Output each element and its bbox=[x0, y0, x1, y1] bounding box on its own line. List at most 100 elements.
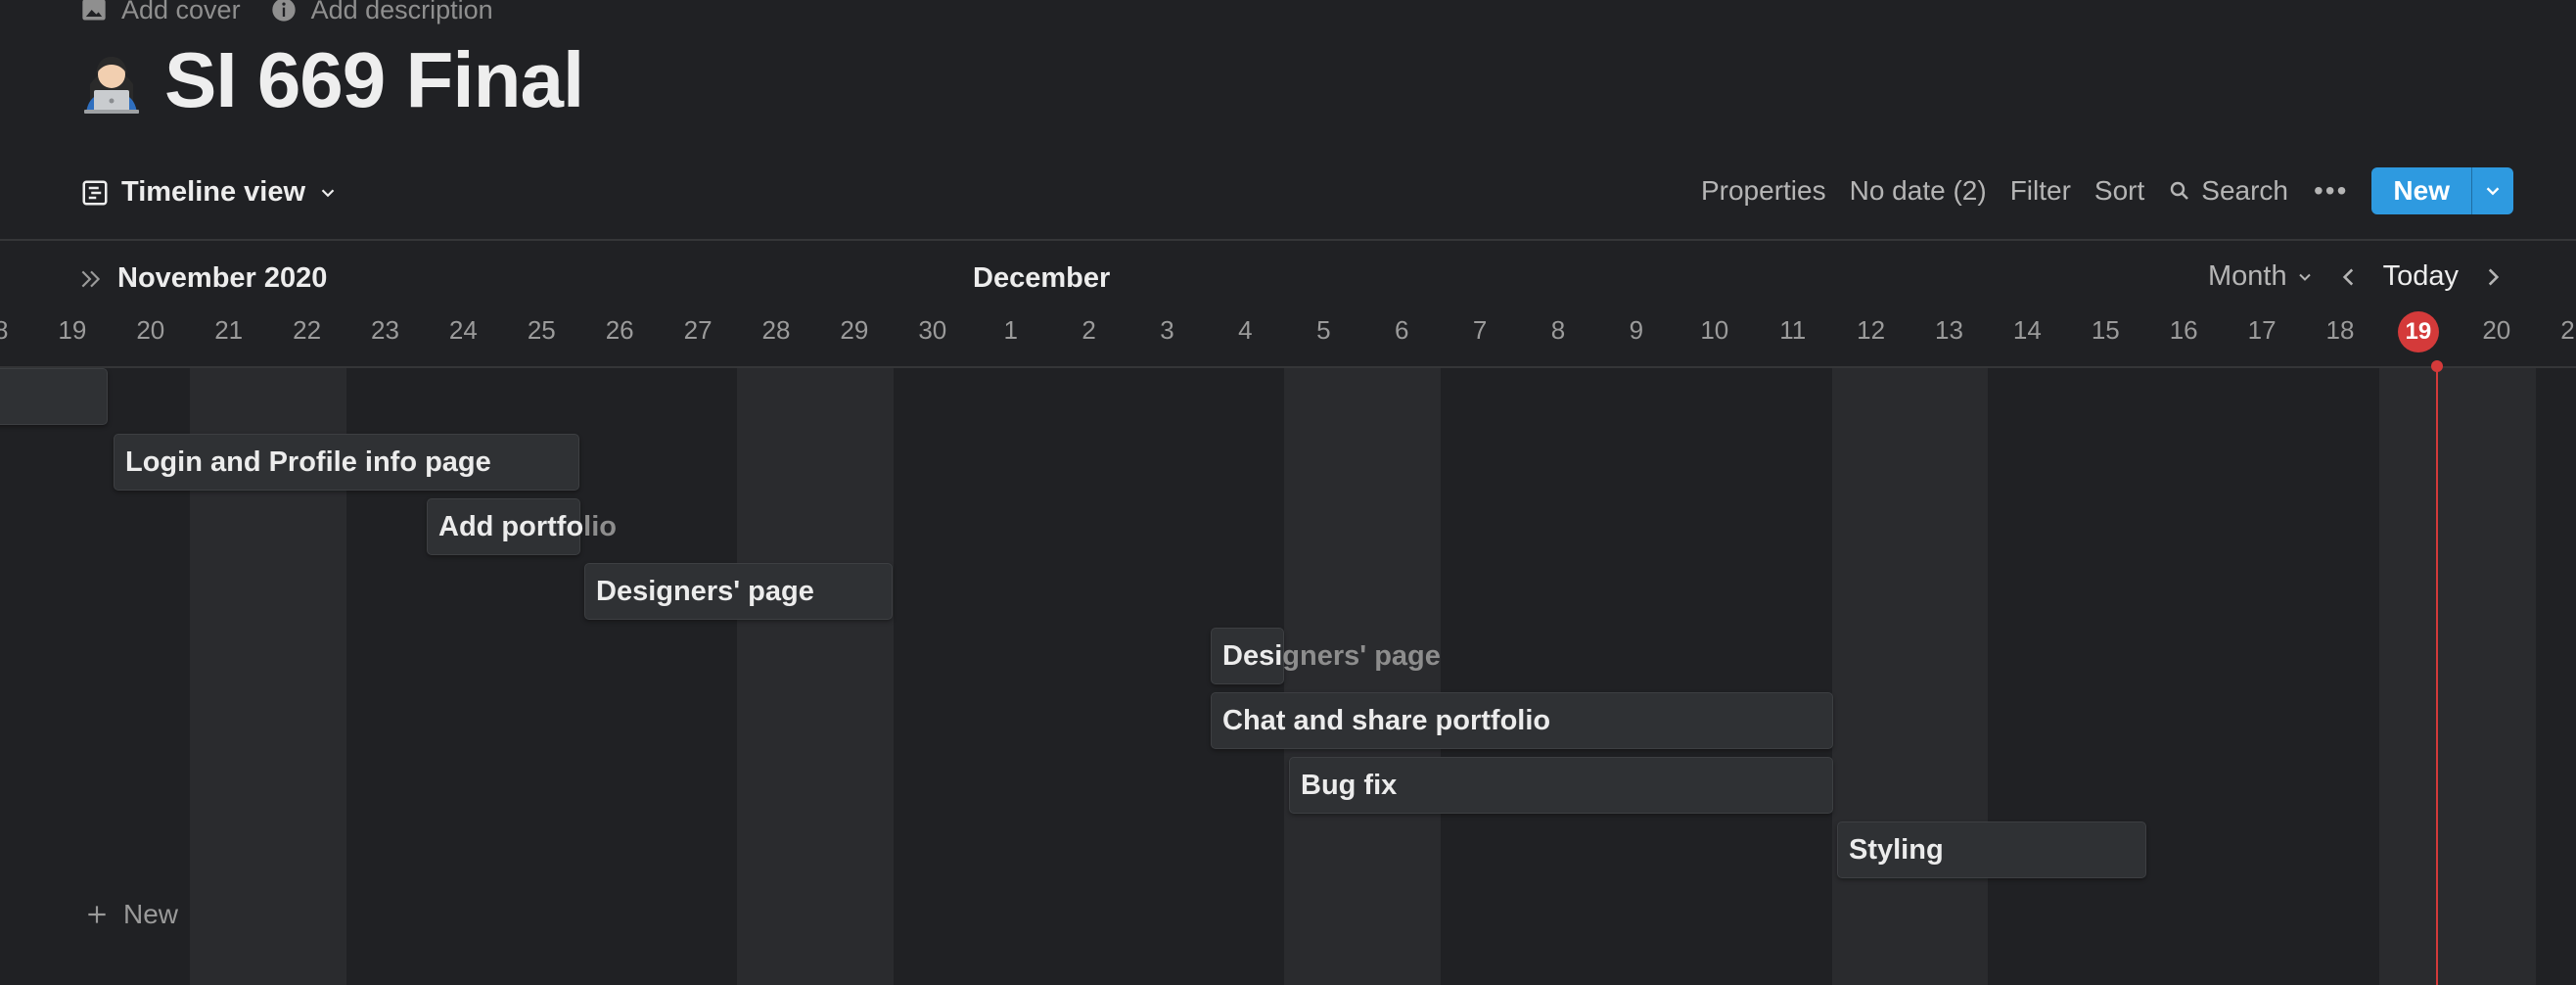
day-label: 21 bbox=[2560, 315, 2576, 345]
day-label: 18 bbox=[2325, 315, 2355, 345]
double-chevron-right-icon[interactable] bbox=[78, 266, 104, 292]
page-header-actions: Add cover Add description bbox=[80, 0, 493, 27]
day-label: 5 bbox=[1316, 315, 1331, 345]
day-label: 10 bbox=[1700, 315, 1729, 345]
day-label: 26 bbox=[605, 315, 634, 345]
day-label: 9 bbox=[1629, 315, 1644, 345]
search-label: Search bbox=[2201, 175, 2288, 206]
filter-button[interactable]: Filter bbox=[1999, 175, 2083, 207]
chevron-down-icon bbox=[321, 188, 335, 197]
day-label: 23 bbox=[371, 315, 399, 345]
search-button[interactable]: Search bbox=[2156, 175, 2300, 207]
sort-button[interactable]: Sort bbox=[2083, 175, 2156, 207]
task-title: Bug fix bbox=[1301, 770, 1398, 801]
no-date-button[interactable]: No date (2) bbox=[1838, 175, 1999, 207]
month-label-left: November 2020 bbox=[78, 262, 327, 295]
scale-selector[interactable]: Month bbox=[2208, 260, 2315, 293]
day-label: 20 bbox=[2482, 315, 2511, 345]
chevron-right-icon[interactable] bbox=[2480, 264, 2506, 290]
task-title: Add portfolio bbox=[427, 498, 617, 555]
day-label: 25 bbox=[527, 315, 556, 345]
day-label: 2 bbox=[1081, 315, 1096, 345]
day-label: 13 bbox=[1935, 315, 1963, 345]
day-label: 19 bbox=[58, 315, 87, 345]
next-month-label: December bbox=[973, 262, 1111, 294]
add-new-row-button[interactable]: New bbox=[84, 899, 178, 930]
add-description-button[interactable]: Add description bbox=[270, 0, 493, 25]
new-button-group: New bbox=[2371, 167, 2513, 214]
timeline-controls: Month Today bbox=[2208, 260, 2506, 293]
day-label-today: 19 bbox=[2379, 311, 2458, 352]
properties-label: Properties bbox=[1700, 175, 1826, 206]
task-title-visible: Desi bbox=[1222, 640, 1283, 672]
day-label: 1 bbox=[1003, 315, 1018, 345]
day-label: 21 bbox=[214, 315, 244, 345]
view-actions: Properties No date (2) Filter Sort Searc… bbox=[1689, 166, 2513, 215]
weekend-column bbox=[1831, 368, 1989, 985]
weekend-column bbox=[737, 368, 894, 985]
add-cover-button[interactable]: Add cover bbox=[80, 0, 241, 25]
today-button[interactable]: Today bbox=[2383, 260, 2459, 293]
day-label: 22 bbox=[293, 315, 322, 345]
scale-label: Month bbox=[2208, 260, 2287, 292]
timeline-grid: Login and Profile info page Add portfolio… bbox=[0, 360, 2576, 985]
day-label: 15 bbox=[2091, 315, 2120, 345]
day-label: 20 bbox=[136, 315, 165, 345]
view-switcher[interactable]: Timeline view bbox=[80, 176, 339, 209]
day-label: 14 bbox=[2012, 315, 2042, 345]
chevron-down-icon bbox=[2298, 273, 2311, 281]
day-header-row: 1819202122232425262728293012345678910111… bbox=[0, 311, 2576, 352]
add-description-label: Add description bbox=[310, 0, 493, 24]
day-label: 7 bbox=[1472, 315, 1488, 345]
image-icon bbox=[82, 0, 106, 21]
chevron-left-icon[interactable] bbox=[2336, 264, 2362, 290]
toolbar-divider bbox=[0, 239, 2576, 241]
day-label: 24 bbox=[448, 315, 478, 345]
day-label: 8 bbox=[1550, 315, 1566, 345]
new-dropdown-button[interactable] bbox=[2471, 167, 2513, 214]
current-month-label: November 2020 bbox=[117, 262, 328, 294]
task-title: Designers' page bbox=[596, 576, 814, 607]
task-title-overflow: gners' page bbox=[1282, 640, 1441, 672]
view-toolbar: Timeline view Properties No date (2) Fil… bbox=[0, 166, 2576, 225]
view-name: Timeline view bbox=[121, 176, 306, 208]
day-label: 6 bbox=[1394, 315, 1409, 345]
timeline-page: Add cover Add description SI 669 Final T… bbox=[0, 0, 2576, 985]
plus-icon bbox=[88, 906, 106, 923]
day-label: 28 bbox=[761, 315, 791, 345]
today-line bbox=[2435, 364, 2438, 985]
task-title-overflow: lio bbox=[583, 511, 618, 542]
timeline-task-bar[interactable] bbox=[0, 368, 108, 425]
task-title: Styling bbox=[1849, 834, 1944, 866]
day-label: 17 bbox=[2247, 315, 2277, 345]
task-title-visible: Add portfo bbox=[438, 511, 584, 542]
task-title bbox=[0, 368, 2, 425]
add-cover-label: Add cover bbox=[121, 0, 241, 24]
more-options-icon[interactable]: ••• bbox=[2300, 175, 2362, 207]
page-title[interactable]: SI 669 Final bbox=[164, 41, 584, 119]
day-label: 16 bbox=[2169, 315, 2198, 345]
timeline-view-icon bbox=[82, 180, 108, 205]
info-icon bbox=[271, 0, 296, 22]
day-label: 11 bbox=[1779, 315, 1807, 345]
add-new-label: New bbox=[123, 899, 179, 929]
task-title: Chat and share portfolio bbox=[1222, 705, 1551, 736]
search-icon bbox=[2171, 181, 2189, 200]
new-button[interactable]: New bbox=[2371, 167, 2471, 214]
today-marker: 19 bbox=[2397, 311, 2439, 352]
weekend-column bbox=[2378, 368, 2536, 985]
technologist-emoji-icon[interactable] bbox=[76, 45, 147, 116]
filter-label: Filter bbox=[2009, 175, 2071, 206]
day-label: 18 bbox=[0, 315, 9, 345]
task-title: Designers' page bbox=[1211, 628, 1441, 684]
page-title-row: SI 669 Final bbox=[76, 41, 584, 119]
today-line-dot bbox=[2430, 360, 2443, 372]
day-label: 29 bbox=[840, 315, 869, 345]
properties-button[interactable]: Properties bbox=[1689, 175, 1838, 207]
chevron-down-icon bbox=[2486, 187, 2500, 196]
task-title: Login and Profile info page bbox=[125, 446, 491, 478]
no-date-label: No date (2) bbox=[1849, 175, 1987, 206]
day-label: 30 bbox=[918, 315, 947, 345]
day-label: 3 bbox=[1160, 315, 1174, 345]
sort-label: Sort bbox=[2093, 175, 2145, 206]
